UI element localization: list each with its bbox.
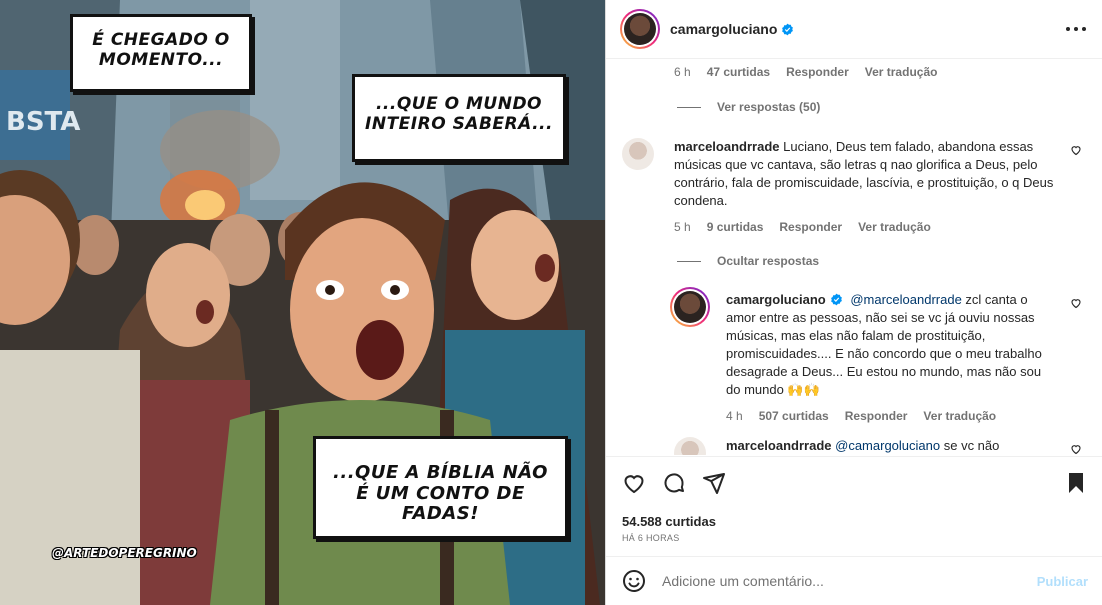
reply-link[interactable]: Responder [786, 65, 849, 79]
image-watermark: @ARTEDOPEREGRINO [52, 546, 197, 560]
comments-list[interactable]: 6 h 47 curtidas Responder Ver tradução V… [606, 59, 1102, 455]
reply-likes[interactable]: 507 curtidas [759, 409, 829, 423]
reply-body: marceloandrrade @camargoluciano se vc nã… [726, 437, 1056, 455]
reply-item: camargoluciano @marceloandrrade zcl cant… [670, 287, 1086, 423]
reply-text: se vc não [940, 438, 1000, 453]
post-header: camargoluciano [606, 0, 1102, 59]
like-reply-heart-icon[interactable] [1070, 443, 1082, 455]
hide-replies-button[interactable]: Ocultar respostas [677, 254, 819, 268]
reply-author-avatar[interactable] [670, 287, 710, 327]
share-send-icon[interactable] [702, 471, 726, 495]
post-actions: 54.588 curtidas HÁ 6 HORAS [606, 456, 1102, 556]
comment-item: marceloandrrade Luciano, Deus tem falado… [622, 138, 1086, 234]
like-heart-icon[interactable] [622, 471, 646, 495]
comment-body: marceloandrrade Luciano, Deus tem falado… [674, 138, 1056, 210]
comment-likes[interactable]: 47 curtidas [707, 65, 770, 79]
street-sign-text: BSTA [6, 107, 80, 137]
reply-text: zcl canta o amor entre as pessoas, não s… [726, 292, 1042, 397]
reply-username[interactable]: marceloandrrade [726, 438, 832, 453]
comment-likes[interactable]: 9 curtidas [707, 220, 764, 234]
publish-button[interactable]: Publicar [1037, 574, 1088, 589]
comment-username[interactable]: marceloandrrade [674, 139, 780, 154]
author-username[interactable]: camargoluciano [670, 21, 794, 37]
comment-time: 6 h [674, 65, 691, 79]
translate-link[interactable]: Ver tradução [865, 65, 938, 79]
reply-link[interactable]: Responder [845, 409, 908, 423]
reply-link[interactable]: Responder [779, 220, 842, 234]
add-comment-bar: Adicione um comentário... Publicar [606, 556, 1102, 605]
comment-input[interactable]: Adicione um comentário... [662, 573, 1037, 589]
post-sidebar: camargoluciano 6 h 47 curtidas Responder… [605, 0, 1102, 605]
comment-time: 5 h [674, 220, 691, 234]
comment-bubble-icon[interactable] [662, 471, 686, 495]
reply-time: 4 h [726, 409, 743, 423]
likes-count[interactable]: 54.588 curtidas [622, 514, 716, 529]
like-reply-heart-icon[interactable] [1070, 297, 1082, 309]
view-replies-button[interactable]: Ver respostas (50) [677, 100, 820, 114]
speech-bubble-3: ...QUE A BÍBLIA NÃO É UM CONTO DE FADAS! [313, 436, 568, 539]
speech-bubble-2: ...QUE O MUNDO INTEIRO SABERÁ... [352, 74, 566, 162]
speech-bubble-1: É CHEGADO O MOMENTO... [70, 14, 252, 92]
translate-link[interactable]: Ver tradução [858, 220, 931, 234]
like-comment-heart-icon[interactable] [1070, 144, 1082, 156]
comment-meta: 5 h 9 curtidas Responder Ver tradução [674, 220, 1086, 234]
translate-link[interactable]: Ver tradução [923, 409, 996, 423]
reply-meta: 4 h 507 curtidas Responder Ver tradução [726, 409, 1086, 423]
emoji-icon[interactable] [622, 569, 646, 593]
reply-username[interactable]: camargoluciano [726, 292, 826, 307]
more-options-icon[interactable] [1066, 20, 1086, 38]
post-timestamp[interactable]: HÁ 6 HORAS [622, 533, 680, 543]
reply-body: camargoluciano @marceloandrrade zcl cant… [726, 291, 1056, 399]
verified-badge-icon [782, 23, 794, 36]
save-bookmark-icon[interactable] [1064, 471, 1088, 495]
reply-item: marceloandrrade @camargoluciano se vc nã… [674, 437, 1086, 455]
reply-author-avatar[interactable] [674, 437, 706, 455]
author-avatar[interactable] [620, 9, 660, 49]
reply-mention[interactable]: @camargoluciano [835, 438, 940, 453]
post-image[interactable]: BSTA É CHEGADO O MOMENTO... ...QUE O MUN… [0, 0, 605, 605]
previous-comment-meta: 6 h 47 curtidas Responder Ver tradução [674, 65, 937, 79]
reply-mention[interactable]: @marceloandrrade [850, 292, 961, 307]
commenter-avatar[interactable] [622, 138, 654, 170]
verified-badge-icon [830, 293, 842, 306]
